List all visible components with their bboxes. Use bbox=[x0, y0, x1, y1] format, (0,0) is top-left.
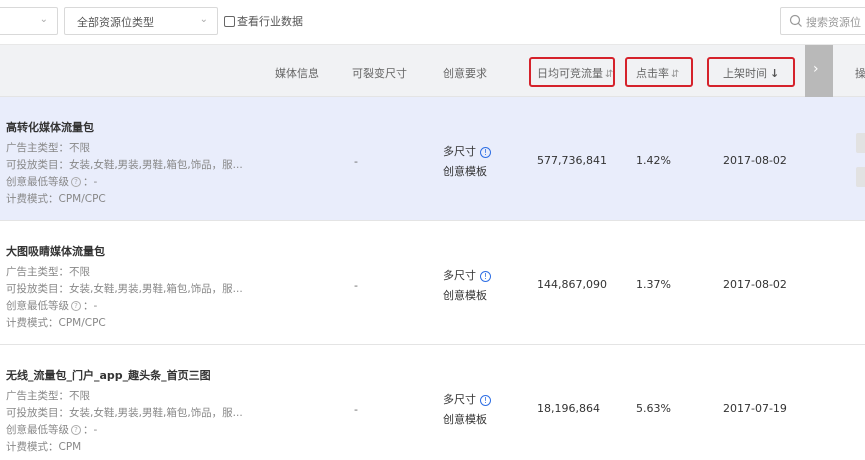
column-creative-requirement: 创意要求 bbox=[443, 67, 487, 80]
placement-categories: 可投放类目：女装,女鞋,男装,男鞋,箱包,饰品，服... bbox=[6, 159, 243, 171]
table-row[interactable]: 高转化媒体流量包 广告主类型：不限 可投放类目：女装,女鞋,男装,男鞋,箱包,饰… bbox=[0, 97, 865, 221]
first-filter-select[interactable]: ⌄ bbox=[0, 7, 58, 35]
media-info-cell: 高转化媒体流量包 广告主类型：不限 可投放类目：女装,女鞋,男装,男鞋,箱包,饰… bbox=[6, 119, 243, 208]
placement-categories: 可投放类目：女装,女鞋,男装,男鞋,箱包,饰品，服... bbox=[6, 283, 243, 295]
operation-button[interactable] bbox=[856, 133, 865, 153]
chevron-right-icon: › bbox=[813, 61, 819, 77]
placement-categories: 可投放类目：女装,女鞋,男装,男鞋,箱包,饰品，服... bbox=[6, 407, 243, 419]
billing-mode: 计费模式：CPM/CPC bbox=[6, 317, 106, 329]
search-icon bbox=[789, 14, 802, 27]
advertiser-type: 广告主类型：不限 bbox=[6, 266, 90, 278]
highlight-box-listed-time bbox=[707, 57, 795, 87]
min-level-value: ：- bbox=[83, 424, 98, 436]
min-level-value: ：- bbox=[83, 176, 98, 188]
splittable-size-value: - bbox=[354, 279, 358, 292]
industry-data-checkbox[interactable] bbox=[224, 15, 235, 27]
min-level-value: ：- bbox=[83, 300, 98, 312]
billing-mode: 计费模式：CPM bbox=[6, 441, 82, 453]
resource-type-select[interactable]: 全部资源位类型 ⌄ bbox=[64, 7, 218, 35]
info-icon[interactable]: ! bbox=[480, 270, 491, 282]
help-icon[interactable]: ? bbox=[71, 177, 81, 187]
advertiser-type: 广告主类型：不限 bbox=[6, 390, 90, 402]
daily-traffic-value: 18,196,864 bbox=[537, 402, 600, 415]
resource-type-value: 全部资源位类型 bbox=[77, 16, 154, 29]
splittable-size-value: - bbox=[354, 403, 358, 416]
column-media-info: 媒体信息 bbox=[275, 67, 319, 80]
media-info-cell: 大图吸睛媒体流量包 广告主类型：不限 可投放类目：女装,女鞋,男装,男鞋,箱包,… bbox=[6, 243, 243, 332]
splittable-size-value: - bbox=[354, 155, 358, 168]
operation-button[interactable] bbox=[856, 167, 865, 187]
ctr-value: 1.37% bbox=[636, 278, 671, 291]
help-icon[interactable]: ? bbox=[71, 425, 81, 435]
daily-traffic-value: 577,736,841 bbox=[537, 154, 607, 167]
search-input[interactable]: 搜索资源位 bbox=[806, 14, 861, 30]
column-splittable-size: 可裂变尺寸 bbox=[352, 67, 407, 80]
creative-template: 创意模板 bbox=[443, 289, 487, 302]
creative-template: 创意模板 bbox=[443, 413, 487, 426]
ctr-value: 5.63% bbox=[636, 402, 671, 415]
creative-size-label: 多尺寸 bbox=[443, 145, 476, 158]
billing-mode: 计费模式：CPM/CPC bbox=[6, 193, 106, 205]
chevron-down-icon: ⌄ bbox=[39, 14, 48, 25]
creative-size-label: 多尺寸 bbox=[443, 269, 476, 282]
column-operation: 操 bbox=[855, 67, 865, 80]
industry-data-label: 查看行业数据 bbox=[237, 15, 303, 28]
min-level-label: 创意最低等级 bbox=[6, 424, 69, 436]
table-row[interactable]: 无线_流量包_门户_app_趣头条_首页三图 广告主类型：不限 可投放类目：女装… bbox=[0, 345, 865, 460]
industry-data-toggle[interactable]: 查看行业数据 bbox=[224, 14, 303, 28]
creative-size: 多尺寸! bbox=[443, 267, 491, 283]
listed-time-value: 2017-07-19 bbox=[723, 402, 787, 415]
chevron-down-icon: ⌄ bbox=[199, 14, 208, 25]
creative-size: 多尺寸! bbox=[443, 143, 491, 159]
info-icon[interactable]: ! bbox=[480, 394, 491, 406]
help-icon[interactable]: ? bbox=[71, 301, 81, 311]
info-icon[interactable]: ! bbox=[480, 146, 491, 158]
creative-template: 创意模板 bbox=[443, 165, 487, 178]
min-creative-level: 创意最低等级? ：- bbox=[6, 174, 243, 191]
listed-time-value: 2017-08-02 bbox=[723, 154, 787, 167]
min-level-label: 创意最低等级 bbox=[6, 300, 69, 312]
highlight-box-ctr bbox=[625, 57, 693, 87]
min-creative-level: 创意最低等级? ：- bbox=[6, 422, 243, 439]
creative-size-label: 多尺寸 bbox=[443, 393, 476, 406]
daily-traffic-value: 144,867,090 bbox=[537, 278, 607, 291]
min-level-label: 创意最低等级 bbox=[6, 176, 69, 188]
advertiser-type: 广告主类型：不限 bbox=[6, 142, 90, 154]
filter-toolbar: ⌄ 全部资源位类型 ⌄ 查看行业数据 搜索资源位 bbox=[0, 0, 865, 44]
creative-size: 多尺寸! bbox=[443, 391, 491, 407]
media-package-name[interactable]: 高转化媒体流量包 bbox=[6, 119, 243, 135]
media-info-cell: 无线_流量包_门户_app_趣头条_首页三图 广告主类型：不限 可投放类目：女装… bbox=[6, 367, 243, 456]
table-header: 媒体信息 可裂变尺寸 创意要求 日均可竞流量 ⇵ 点击率 ⇵ 上架时间 ↓ › 操 bbox=[0, 44, 865, 97]
media-package-name[interactable]: 无线_流量包_门户_app_趣头条_首页三图 bbox=[6, 367, 243, 383]
listed-time-value: 2017-08-02 bbox=[723, 278, 787, 291]
highlight-box-daily-traffic bbox=[529, 57, 615, 87]
next-columns-button[interactable]: › bbox=[805, 45, 833, 97]
min-creative-level: 创意最低等级? ：- bbox=[6, 298, 243, 315]
table-row[interactable]: 大图吸睛媒体流量包 广告主类型：不限 可投放类目：女装,女鞋,男装,男鞋,箱包,… bbox=[0, 221, 865, 345]
search-box[interactable]: 搜索资源位 bbox=[780, 7, 865, 35]
ctr-value: 1.42% bbox=[636, 154, 671, 167]
media-package-name[interactable]: 大图吸睛媒体流量包 bbox=[6, 243, 243, 259]
